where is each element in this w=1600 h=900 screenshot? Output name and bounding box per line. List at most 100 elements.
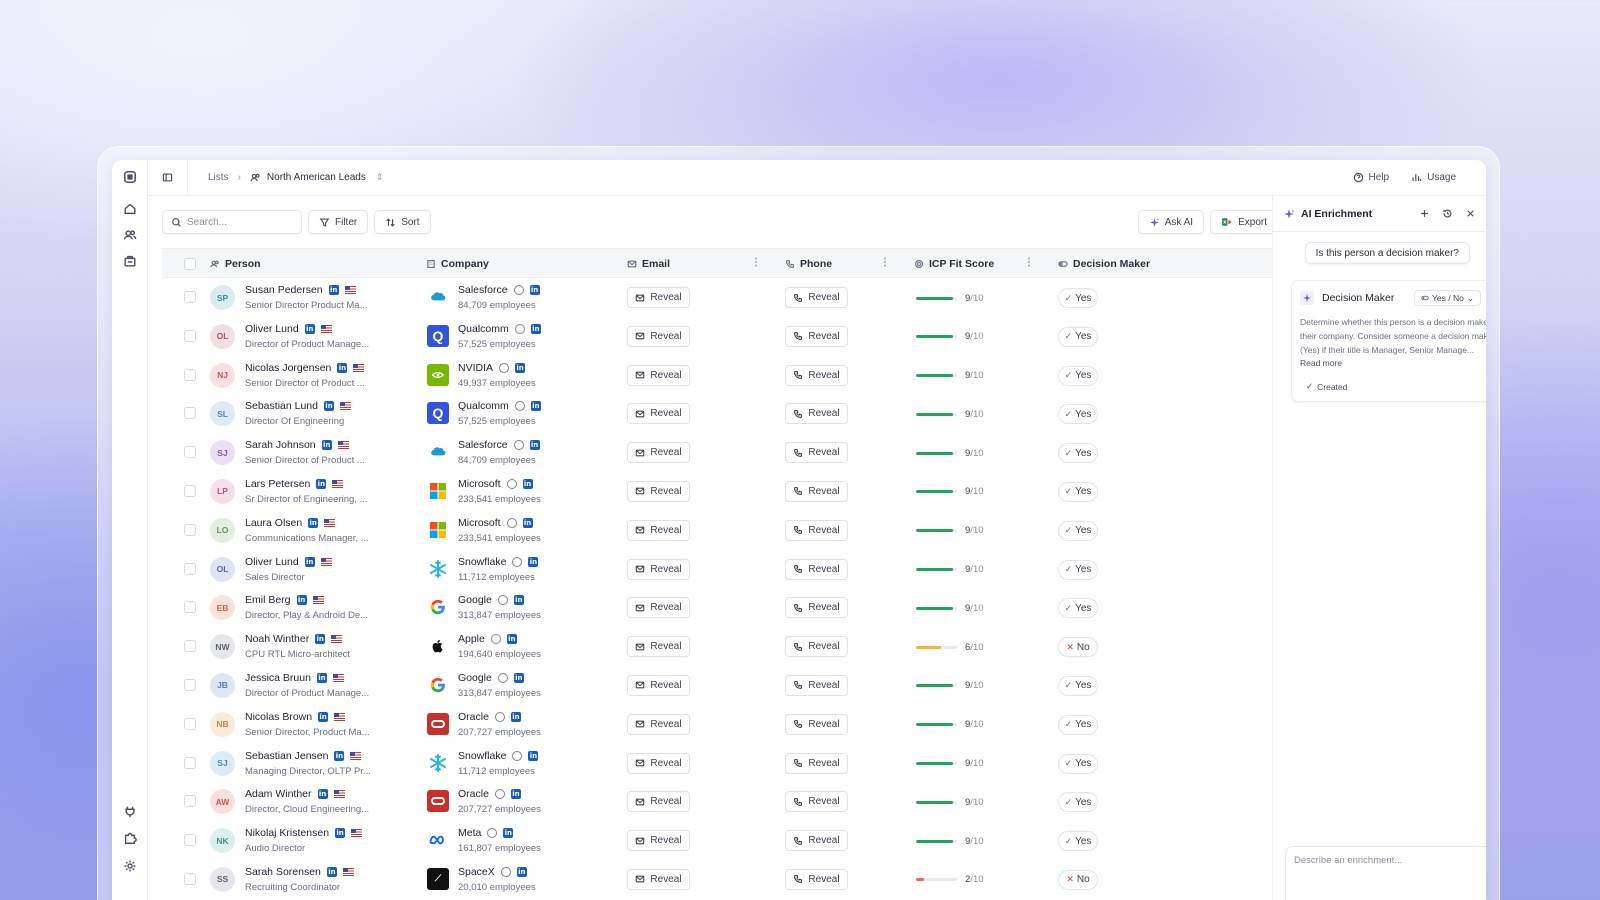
row-checkbox[interactable]	[184, 329, 196, 342]
reveal-phone-button[interactable]: Reveal	[785, 287, 848, 308]
linkedin-icon[interactable]: in	[318, 711, 329, 722]
person-name[interactable]: Lars Petersen	[245, 478, 310, 490]
reveal-email-button[interactable]: Reveal	[627, 442, 690, 464]
row-checkbox[interactable]	[184, 523, 196, 536]
person-name[interactable]: Jessica Bruun	[245, 672, 311, 684]
column-phone[interactable]: Phone	[785, 249, 832, 279]
linkedin-icon[interactable]: in	[516, 866, 527, 877]
globe-icon[interactable]	[499, 362, 510, 373]
company-name[interactable]: Salesforce	[458, 439, 508, 451]
read-more-link[interactable]: Read more	[1300, 358, 1342, 368]
decision-maker-badge[interactable]: ✓ Yes	[1058, 831, 1098, 852]
globe-icon[interactable]	[506, 478, 517, 489]
puzzle-icon[interactable]	[121, 829, 139, 847]
table-row[interactable]: SL Sebastian Lund in Director Of Enginee…	[162, 394, 1278, 433]
decision-maker-badge[interactable]: ✓ Yes	[1058, 365, 1098, 386]
reveal-phone-button[interactable]: Reveal	[785, 752, 848, 774]
globe-icon[interactable]	[514, 401, 525, 412]
globe-icon[interactable]	[497, 595, 508, 606]
linkedin-icon[interactable]: in	[522, 517, 533, 528]
linkedin-icon[interactable]: in	[529, 285, 540, 295]
table-row[interactable]: LP Lars Petersen in Sr Director of Engin…	[162, 472, 1278, 511]
row-checkbox[interactable]	[184, 795, 196, 808]
linkedin-icon[interactable]: in	[510, 711, 521, 722]
table-row[interactable]: LO Laura Olsen in Communications Manager…	[162, 511, 1278, 550]
table-row[interactable]: NB Nicolas Brown in Senior Director, Pro…	[162, 705, 1278, 744]
linkedin-icon[interactable]: in	[515, 362, 526, 373]
linkedin-icon[interactable]: in	[335, 828, 346, 839]
reveal-phone-button[interactable]: Reveal	[785, 403, 848, 425]
person-name[interactable]: Sebastian Lund	[245, 400, 318, 412]
decision-maker-badge[interactable]: ✓ Yes	[1058, 443, 1098, 464]
company-name[interactable]: NVIDIA	[458, 362, 493, 374]
decision-maker-badge[interactable]: ✓ Yes	[1058, 753, 1098, 774]
home-icon[interactable]	[121, 200, 139, 218]
reveal-phone-button[interactable]: Reveal	[785, 868, 848, 890]
globe-icon[interactable]	[512, 750, 523, 761]
row-checkbox[interactable]	[184, 756, 196, 769]
globe-icon[interactable]	[494, 789, 505, 800]
reveal-email-button[interactable]: Reveal	[627, 636, 690, 658]
globe-icon[interactable]	[506, 517, 517, 528]
select-all-checkbox[interactable]	[184, 258, 196, 270]
linkedin-icon[interactable]: in	[513, 672, 524, 683]
decision-maker-badge[interactable]: ✓ Yes	[1058, 559, 1098, 580]
reveal-email-button[interactable]: Reveal	[627, 597, 690, 619]
company-name[interactable]: Snowflake	[458, 556, 506, 568]
reveal-email-button[interactable]: Reveal	[627, 752, 690, 774]
linkedin-icon[interactable]: in	[323, 401, 334, 412]
row-checkbox[interactable]	[184, 834, 196, 847]
decision-maker-badge[interactable]: ✓ Yes	[1058, 792, 1098, 813]
company-name[interactable]: Oracle	[458, 711, 489, 723]
globe-icon[interactable]	[512, 556, 523, 567]
globe-icon[interactable]	[497, 672, 508, 683]
search-box[interactable]: Search...	[162, 210, 302, 234]
linkedin-icon[interactable]: in	[510, 789, 521, 800]
person-name[interactable]: Oliver Lund	[245, 323, 299, 335]
decision-maker-badge[interactable]: ✕ No	[1058, 637, 1098, 658]
column-icp-fit-score[interactable]: ICP Fit Score	[914, 249, 994, 279]
company-name[interactable]: Qualcomm	[458, 400, 509, 412]
person-name[interactable]: Susan Pedersen	[245, 284, 323, 296]
company-name[interactable]: Meta	[458, 827, 481, 839]
table-row[interactable]: NK Nikolaj Kristensen in Audio Director …	[162, 821, 1278, 860]
table-row[interactable]: NW Noah Winther in CPU RTL Micro-archite…	[162, 627, 1278, 666]
reveal-email-button[interactable]: Reveal	[627, 480, 690, 502]
settings-gear-icon[interactable]	[121, 857, 139, 875]
table-row[interactable]: SJ Sarah Johnson in Senior Director of P…	[162, 433, 1278, 472]
linkedin-icon[interactable]: in	[522, 478, 533, 489]
reveal-email-button[interactable]: Reveal	[627, 325, 690, 347]
email-column-menu-icon[interactable]: ⋮	[751, 258, 761, 268]
column-person[interactable]: Person	[210, 249, 261, 279]
row-checkbox[interactable]	[184, 368, 196, 381]
reveal-email-button[interactable]: Reveal	[627, 868, 690, 890]
row-checkbox[interactable]	[184, 872, 196, 885]
person-name[interactable]: Adam Winther	[245, 788, 312, 800]
app-logo-icon[interactable]	[121, 168, 139, 186]
person-name[interactable]: Sarah Sorensen	[245, 866, 321, 878]
linkedin-icon[interactable]: in	[316, 672, 327, 683]
person-name[interactable]: Sebastian Jensen	[245, 750, 328, 762]
person-name[interactable]: Nicolas Jorgensen	[245, 362, 331, 374]
help-button[interactable]: Help	[1353, 172, 1389, 183]
reveal-email-button[interactable]: Reveal	[627, 791, 690, 813]
reveal-phone-button[interactable]: Reveal	[785, 480, 848, 502]
ask-ai-button[interactable]: Ask AI	[1137, 210, 1205, 234]
chevron-updown-icon[interactable]: ⇕	[376, 172, 384, 183]
linkedin-icon[interactable]: in	[506, 634, 517, 645]
reveal-phone-button[interactable]: Reveal	[785, 325, 848, 347]
linkedin-icon[interactable]: in	[513, 595, 524, 606]
company-name[interactable]: Google	[458, 594, 492, 606]
reveal-email-button[interactable]: Reveal	[627, 713, 690, 735]
decision-maker-badge[interactable]: ✓ Yes	[1058, 404, 1098, 425]
reveal-email-button[interactable]: Reveal	[627, 364, 690, 386]
decision-maker-badge[interactable]: ✓ Yes	[1058, 326, 1098, 347]
linkedin-icon[interactable]: in	[529, 440, 540, 451]
linkedin-icon[interactable]: in	[317, 789, 328, 800]
reveal-phone-button[interactable]: Reveal	[785, 713, 848, 735]
linkedin-icon[interactable]: in	[308, 517, 319, 528]
globe-icon[interactable]	[494, 711, 505, 722]
reveal-phone-button[interactable]: Reveal	[785, 364, 848, 386]
enrichment-card[interactable]: Decision Maker Yes / No ⌄ Determine whet…	[1291, 280, 1486, 402]
row-checkbox[interactable]	[184, 484, 196, 497]
